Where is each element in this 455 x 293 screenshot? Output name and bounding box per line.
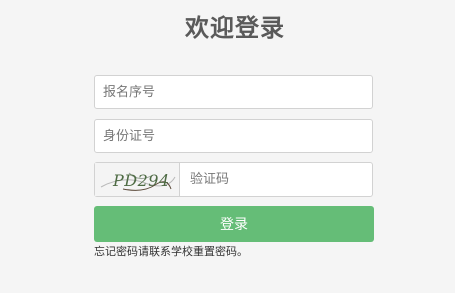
captcha-image[interactable]: PD294	[95, 163, 180, 196]
captcha-graphic: PD294	[95, 163, 179, 196]
registration-number-input[interactable]	[94, 75, 373, 109]
login-page: 欢迎登录 PD294 登录 忘记密码请联系学校重置密码。	[0, 0, 455, 293]
page-title: 欢迎登录	[185, 14, 285, 42]
id-number-input[interactable]	[94, 119, 373, 153]
captcha-input[interactable]	[180, 163, 372, 196]
captcha-row: PD294	[94, 162, 373, 197]
captcha-code: PD294	[112, 171, 170, 190]
forgot-password-hint: 忘记密码请联系学校重置密码。	[94, 245, 248, 258]
login-button[interactable]: 登录	[94, 206, 374, 242]
